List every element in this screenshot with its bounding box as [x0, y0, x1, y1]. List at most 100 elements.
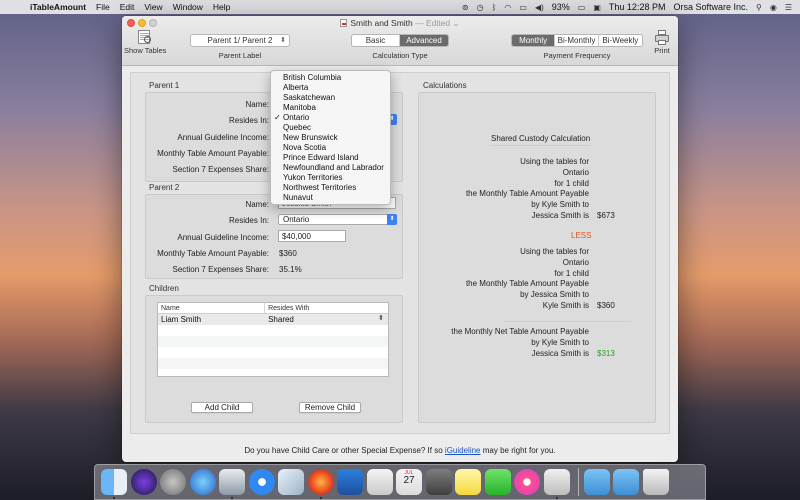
province-option[interactable]: Manitoba	[271, 103, 390, 113]
province-option[interactable]: Nunavut	[271, 193, 390, 203]
siri-icon[interactable]: ◉	[770, 3, 777, 12]
province-option[interactable]: Alberta	[271, 83, 390, 93]
calc-heading: Shared Custody Calculation	[491, 134, 591, 146]
itunes-icon[interactable]	[514, 469, 540, 495]
province-option-label: Ontario	[283, 113, 310, 122]
title-bar: Smith and Smith — Edited ⌄ Show Tables P…	[122, 16, 678, 66]
calc-type-basic[interactable]: Basic	[352, 35, 401, 46]
bluetooth-icon[interactable]: ᛒ	[492, 3, 497, 12]
xcode-icon[interactable]	[337, 469, 363, 495]
calc-line: Using the tables for	[520, 157, 589, 166]
freq-monthly[interactable]: Monthly	[512, 35, 556, 46]
menu-help[interactable]: Help	[213, 2, 230, 12]
province-option[interactable]: Northwest Territories	[271, 183, 390, 193]
airplay-icon[interactable]: ▭	[519, 3, 527, 12]
user-name[interactable]: Orsa Software Inc.	[673, 2, 748, 12]
safari-like-icon[interactable]	[189, 469, 216, 495]
notes-icon[interactable]	[455, 469, 481, 495]
dock-separator	[578, 468, 579, 496]
battery-percent[interactable]: 93%	[552, 2, 570, 12]
province-option[interactable]: British Columbia	[271, 73, 390, 83]
add-child-button[interactable]: Add Child	[191, 402, 253, 413]
print-button[interactable]: Print	[650, 30, 674, 55]
firefox-icon[interactable]	[307, 469, 334, 499]
calc-type-caption: Calculation Type	[372, 51, 428, 60]
remove-child-button[interactable]: Remove Child	[299, 402, 361, 413]
textedit-icon[interactable]	[366, 469, 393, 495]
calc-line: the Monthly Net Table Amount Payable	[451, 327, 589, 336]
notification-center-icon[interactable]: ☰	[785, 3, 792, 12]
freq-bi-weekly[interactable]: Bi-Weekly	[599, 35, 642, 46]
menu-file[interactable]: File	[96, 2, 110, 12]
calc-line: Ontario	[562, 168, 589, 177]
parent-label-select[interactable]: Parent 1/ Parent 2 ⬍	[190, 34, 290, 47]
calc-line: by Kyle Smith to	[531, 338, 589, 347]
spotlight-icon[interactable]: ⚲	[756, 3, 762, 12]
flag-icon[interactable]: ▣	[593, 3, 601, 12]
province-option[interactable]: Quebec	[271, 123, 390, 133]
running-indicator	[113, 497, 115, 499]
preview-icon[interactable]	[278, 469, 304, 495]
menu-window[interactable]: Window	[173, 2, 203, 12]
iguideline-link[interactable]: iGuideline	[445, 446, 481, 455]
menu-view[interactable]: View	[144, 2, 162, 12]
table-row[interactable]: Liam Smith Shared ⬍	[158, 314, 388, 325]
photo-booth-icon[interactable]	[425, 469, 452, 495]
printer-icon	[655, 30, 669, 46]
province-option-selected[interactable]: ✓ Ontario	[271, 113, 390, 123]
column-header-name[interactable]: Name	[158, 303, 266, 313]
finder-icon[interactable]	[101, 469, 127, 499]
block2-amount: $360	[597, 301, 615, 310]
parent2-section7-label: Section 7 Expenses Share:	[172, 265, 269, 274]
downloads-folder-icon[interactable]	[613, 469, 640, 495]
folder-icon[interactable]	[583, 469, 610, 495]
province-option[interactable]: Prince Edward Island	[271, 153, 390, 163]
parent2-table-amount-label: Monthly Table Amount Payable:	[157, 249, 269, 258]
launchpad-icon[interactable]	[160, 469, 186, 495]
parent-label-value: Parent 1/ Parent 2	[207, 36, 273, 45]
battery-icon[interactable]: ▭	[578, 3, 586, 12]
column-header-resides-with[interactable]: Resides With	[265, 303, 388, 313]
clock[interactable]: Thu 12:28 PM	[609, 2, 666, 12]
app-menu[interactable]: iTableAmount	[30, 2, 86, 12]
parent1-table-amount-label: Monthly Table Amount Payable:	[157, 149, 269, 158]
parent2-income-field[interactable]: $40,000	[278, 230, 346, 242]
parent2-table-amount-value: $360	[279, 249, 297, 258]
siri-icon[interactable]	[130, 469, 157, 495]
children-table-header: Name Resides With	[158, 303, 388, 314]
parent2-resides-select[interactable]: Ontario ⬍	[278, 214, 397, 225]
screen-sharing-icon[interactable]	[219, 469, 245, 499]
chevron-updown-icon: ⬍	[387, 214, 397, 225]
creative-cloud-icon[interactable]: ⊚	[462, 3, 469, 12]
show-tables-button[interactable]: Show Tables	[124, 30, 166, 55]
volume-icon[interactable]: ◀)	[535, 3, 544, 12]
province-option[interactable]: Newfoundland and Labrador	[271, 163, 390, 173]
trash-icon[interactable]	[642, 469, 669, 495]
province-option[interactable]: Saskatchewan	[271, 93, 390, 103]
itableamount-icon[interactable]	[543, 469, 570, 499]
safari-icon[interactable]	[248, 469, 275, 495]
document-icon	[340, 19, 348, 27]
calc-line: Jessica Smith is	[531, 211, 589, 220]
facetime-icon[interactable]	[484, 469, 511, 495]
province-option[interactable]: New Brunswick	[271, 133, 390, 143]
chevron-updown-icon[interactable]: ⬍	[378, 314, 384, 322]
calendar-icon[interactable]: JUL 27	[396, 469, 422, 495]
freq-bi-monthly[interactable]: Bi-Monthly	[555, 35, 599, 46]
calc-type-advanced[interactable]: Advanced	[400, 35, 448, 46]
time-machine-icon[interactable]: ◷	[477, 3, 484, 12]
calc-line: for 1 child	[554, 179, 589, 188]
block1-amount: $673	[597, 211, 615, 220]
parent2-section7-value: 35.1%	[279, 265, 302, 274]
running-indicator	[555, 497, 558, 499]
child-resides-with[interactable]: Shared	[265, 314, 388, 325]
menu-edit[interactable]: Edit	[120, 2, 135, 12]
chevron-updown-icon: ⬍	[280, 37, 286, 44]
parent1-group-title: Parent 1	[149, 81, 180, 90]
wifi-icon[interactable]: ◠	[504, 3, 511, 12]
province-option[interactable]: Yukon Territories	[271, 173, 390, 183]
divider	[503, 321, 631, 322]
province-option[interactable]: Nova Scotia	[271, 143, 390, 153]
edited-indicator[interactable]: — Edited ⌄	[415, 18, 459, 28]
status-area: ⊚ ◷ ᛒ ◠ ▭ ◀) 93% ▭ ▣ Thu 12:28 PM Orsa S…	[462, 0, 800, 14]
